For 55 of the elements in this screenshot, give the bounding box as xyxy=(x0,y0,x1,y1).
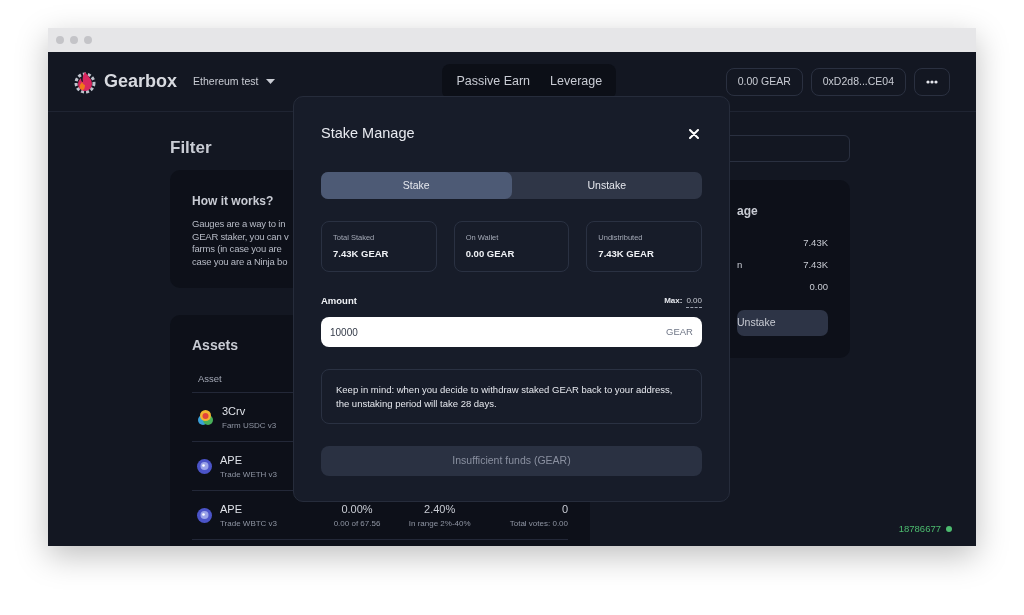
asset-subtitle: Farm USDC v3 xyxy=(222,419,278,432)
asset-name: 3Crv xyxy=(222,404,247,419)
summary-label: n xyxy=(737,258,743,272)
stat-value: 7.43K GEAR xyxy=(333,247,390,262)
multicolor-coin-icon xyxy=(197,408,214,426)
summary-title: age xyxy=(737,203,758,220)
apy-detail: In range 2%-40% xyxy=(407,517,472,530)
network-selector[interactable]: Ethereum test xyxy=(193,73,276,90)
votes-value: 0 xyxy=(560,502,568,517)
share-detail: 0.00 of 67.56 xyxy=(332,517,382,530)
caret-icon xyxy=(266,79,276,84)
stat-value: 0.00 GEAR xyxy=(465,247,516,262)
nav-link[interactable]: Passive Earn xyxy=(446,68,541,95)
close-icon xyxy=(689,129,699,139)
summary-value: 7.43K xyxy=(803,236,828,250)
close-button[interactable] xyxy=(686,126,702,142)
info-text-line: GEAR staker, you can v xyxy=(192,230,289,243)
column-header: Asset xyxy=(198,373,222,384)
asset-subtitle: Trade WBTC v3 xyxy=(220,517,279,530)
asset-name: APE xyxy=(220,453,243,468)
token-coin-icon xyxy=(197,507,212,523)
window-dot-icon xyxy=(56,36,64,44)
token-coin-icon xyxy=(197,458,212,474)
window-dot-icon xyxy=(70,36,78,44)
assets-title: Assets xyxy=(192,336,238,355)
amount-label: Amount xyxy=(321,293,357,308)
more-icon xyxy=(926,79,938,84)
unstake-button[interactable]: Unstake xyxy=(737,310,828,336)
asset-subtitle: Trade WETH v3 xyxy=(220,468,279,481)
asset-name: APE xyxy=(220,502,243,517)
block-number: 18786677 xyxy=(898,521,941,536)
info-title: How it works? xyxy=(192,193,274,210)
max-label: Max: xyxy=(664,295,683,307)
stat-value: 7.43K GEAR xyxy=(598,247,655,262)
currency-suffix: GEAR xyxy=(666,325,693,339)
info-text-line: farms (in case you are xyxy=(192,243,282,256)
tab[interactable]: Stake xyxy=(321,172,512,199)
summary-value: 0.00 xyxy=(809,280,828,294)
summary-value: 7.43K xyxy=(803,258,828,272)
max-link[interactable]: 0.00 xyxy=(686,295,702,308)
votes-detail: Total votes: 0.00 xyxy=(508,517,568,530)
more-button[interactable] xyxy=(914,67,950,96)
nav-link[interactable]: Leverage xyxy=(540,68,613,95)
tab[interactable]: Unstake xyxy=(511,172,702,199)
info-text-line: Gauges are a way to in xyxy=(192,218,286,231)
balance-button[interactable]: 0.00 GEAR xyxy=(725,67,803,96)
share-value: 0.00% xyxy=(340,502,374,517)
info-text-line: case you are a Ninja bo xyxy=(192,255,288,268)
window-dot-icon xyxy=(84,36,92,44)
brand-name: Gearbox xyxy=(104,70,178,93)
address-button[interactable]: 0xD2d8...CE04 xyxy=(810,67,906,96)
dialog-title: Stake Manage xyxy=(321,124,415,144)
apy-value: 2.40% xyxy=(423,502,457,517)
notice-text: Keep in mind: when you decide to withdraw staked GEAR back to your address, the unstaking period will take 28 days. xyxy=(321,369,702,424)
page-title: Filter xyxy=(170,137,212,159)
